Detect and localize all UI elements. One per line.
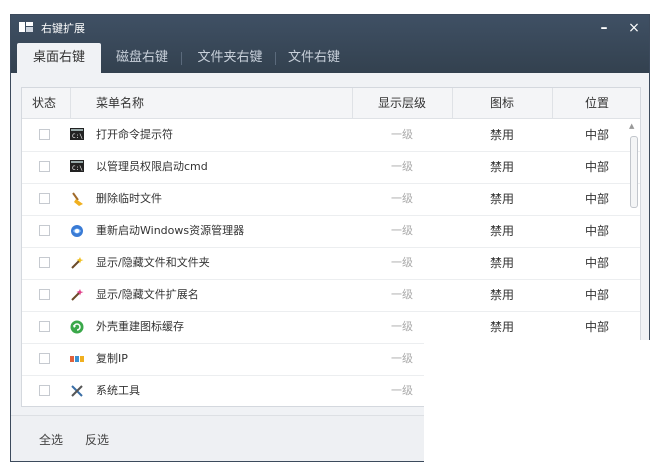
icon-state-value[interactable]: 禁用 (452, 311, 552, 343)
column-header-position[interactable]: 位置 (552, 88, 640, 118)
column-header-menu-name[interactable]: 菜单名称 (96, 88, 144, 118)
svg-text:C:\: C:\ (72, 165, 83, 172)
svg-text:C:\: C:\ (72, 133, 83, 140)
column-header-status[interactable]: 状态 (32, 88, 56, 118)
column-header-display-level[interactable]: 显示层级 (352, 88, 452, 118)
tab-divider (181, 52, 182, 65)
table-row[interactable]: 显示/隐藏文件扩展名 一级 禁用 中部 (22, 279, 640, 312)
display-level-value[interactable]: 一级 (352, 311, 452, 343)
cmd-icon: C:\ (70, 128, 84, 142)
menu-item-name: 重新启动Windows资源管理器 (96, 224, 245, 237)
row-checkbox[interactable] (39, 193, 50, 204)
row-checkbox[interactable] (39, 289, 50, 300)
tab-disk-right-click[interactable]: 磁盘右键 (107, 43, 177, 73)
white-cover-block (424, 340, 653, 465)
icon-state-value[interactable]: 禁用 (452, 247, 552, 279)
menu-item-name: 显示/隐藏文件扩展名 (96, 288, 199, 301)
display-level-value[interactable]: 一级 (352, 119, 452, 151)
menu-item-name: 外壳重建图标缓存 (96, 320, 184, 333)
display-level-value[interactable]: 一级 (352, 279, 452, 311)
tab-divider (275, 52, 276, 65)
table-row[interactable]: C:\ 以管理员权限启动cmd 一级 禁用 中部 (22, 151, 640, 184)
table-row[interactable]: 重新启动Windows资源管理器 一级 禁用 中部 (22, 215, 640, 248)
row-checkbox[interactable] (39, 225, 50, 236)
display-level-value[interactable]: 一级 (352, 215, 452, 247)
icon-state-value[interactable]: 禁用 (452, 119, 552, 151)
minimize-button[interactable]: – (589, 15, 619, 41)
row-checkbox[interactable] (39, 385, 50, 396)
icon-state-value[interactable]: 禁用 (452, 151, 552, 183)
table-row[interactable]: 删除临时文件 一级 禁用 中部 (22, 183, 640, 216)
table-row[interactable]: 显示/隐藏文件和文件夹 一级 禁用 中部 (22, 247, 640, 280)
network-icon (70, 352, 84, 366)
scrollbar-thumb[interactable] (630, 136, 638, 208)
tab-file-right-click[interactable]: 文件右键 (279, 43, 349, 73)
close-button[interactable]: × (619, 15, 649, 41)
scroll-up-arrow-icon[interactable]: ▲ (629, 122, 634, 130)
table-row[interactable]: C:\ 打开命令提示符 一级 禁用 中部 (22, 119, 640, 152)
broom-icon (70, 192, 84, 206)
table-header: 状态 菜单名称 显示层级 图标 位置 (22, 88, 640, 119)
cmd-admin-icon: C:\ (70, 160, 84, 174)
menu-item-name: 显示/隐藏文件和文件夹 (96, 256, 210, 269)
display-level-value[interactable]: 一级 (352, 247, 452, 279)
row-checkbox[interactable] (39, 257, 50, 268)
menu-item-name: 打开命令提示符 (96, 128, 173, 141)
explorer-icon (70, 224, 84, 238)
select-all-link[interactable]: 全选 (39, 431, 63, 448)
menu-item-name: 系统工具 (96, 384, 140, 397)
refresh-icon (70, 320, 84, 334)
display-level-value[interactable]: 一级 (352, 151, 452, 183)
invert-selection-link[interactable]: 反选 (85, 431, 109, 448)
menu-item-name: 复制IP (96, 352, 128, 365)
row-checkbox[interactable] (39, 321, 50, 332)
window-title: 右键扩展 (41, 22, 85, 35)
row-checkbox[interactable] (39, 129, 50, 140)
column-header-icon[interactable]: 图标 (452, 88, 552, 118)
row-checkbox[interactable] (39, 353, 50, 364)
menu-item-name: 删除临时文件 (96, 192, 162, 205)
app-logo-icon (19, 21, 33, 36)
magic-wand-pink-icon (70, 288, 84, 302)
title-bar: 右键扩展 – × 桌面右键 磁盘右键 文件夹右键 文件右键 (11, 15, 649, 73)
column-divider (70, 88, 71, 118)
magic-wand-icon (70, 256, 84, 270)
icon-state-value[interactable]: 禁用 (452, 279, 552, 311)
tools-icon (70, 384, 84, 398)
icon-state-value[interactable]: 禁用 (452, 215, 552, 247)
tab-folder-right-click[interactable]: 文件夹右键 (187, 43, 273, 73)
tab-desktop-right-click[interactable]: 桌面右键 (17, 43, 101, 73)
display-level-value[interactable]: 一级 (352, 183, 452, 215)
row-checkbox[interactable] (39, 161, 50, 172)
menu-item-name: 以管理员权限启动cmd (96, 160, 208, 173)
icon-state-value[interactable]: 禁用 (452, 183, 552, 215)
